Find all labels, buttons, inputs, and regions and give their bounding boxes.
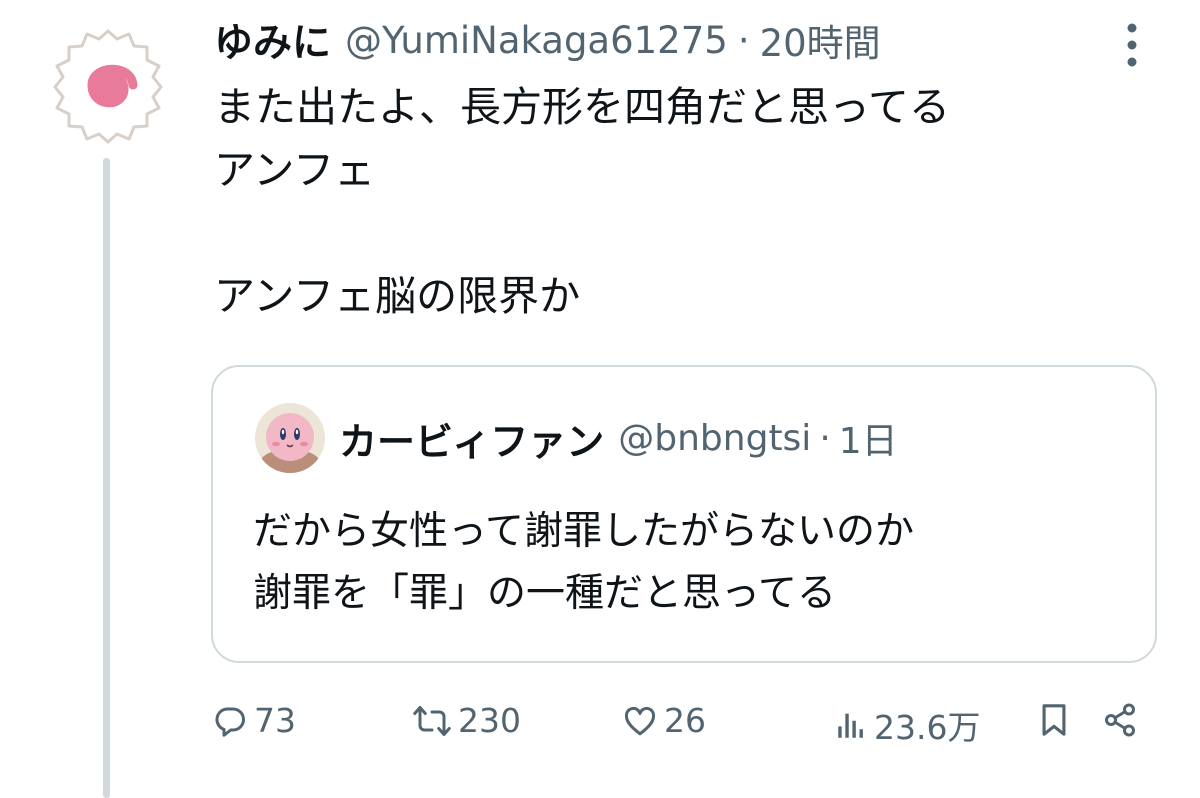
views-button[interactable]: 23.6万: [834, 701, 980, 749]
tweet-text-line: [214, 202, 1174, 265]
tweet-text: また出たよ、長方形を四角だと思ってる アンフェ アンフェ脳の限界か: [214, 76, 1174, 328]
heart-icon: [624, 706, 656, 735]
retweet-count: 230: [458, 701, 521, 740]
tweet-header: ゆみに @YumiNakaga61275 · 20時間: [214, 12, 881, 68]
bookmark-button[interactable]: [1037, 701, 1071, 739]
display-name[interactable]: ゆみに: [214, 12, 331, 68]
quoted-text: だから女性って謝罪したがらないのか 謝罪を「罪」の一種だと思ってる: [253, 501, 914, 625]
quoted-text-line: 謝罪を「罪」の一種だと思ってる: [253, 571, 837, 616]
tweet-text-line: アンフェ脳の限界か: [214, 272, 581, 320]
view-count: 23.6万: [874, 708, 981, 747]
reply-count: 73: [254, 701, 296, 740]
quoted-display-name[interactable]: カービィファン: [339, 411, 604, 466]
retweet-icon: [413, 705, 451, 736]
more-vertical-icon: [1127, 23, 1137, 67]
reply-button[interactable]: 73: [212, 701, 296, 740]
more-options-button[interactable]: [1124, 22, 1140, 68]
quoted-timestamp[interactable]: 1日: [839, 412, 898, 464]
quoted-header: カービィファン @bnbngtsi · 1日: [339, 411, 898, 466]
user-handle[interactable]: @YumiNakaga61275: [345, 19, 728, 62]
bar-chart-icon: [838, 713, 863, 738]
separator-dot: ·: [819, 417, 831, 459]
naruto-fishcake-icon: [53, 29, 163, 144]
like-count: 26: [664, 701, 706, 740]
action-bar: 73 230 26 23.6万: [0, 698, 1200, 748]
reply-icon: [215, 707, 245, 737]
retweet-button[interactable]: 230: [412, 701, 521, 740]
like-button[interactable]: 26: [622, 701, 706, 740]
share-button[interactable]: [1102, 701, 1138, 739]
tweet-text-line: アンフェ: [214, 146, 376, 194]
quoted-avatar[interactable]: [255, 403, 325, 473]
quoted-text-line: だから女性って謝罪したがらないのか: [253, 509, 915, 554]
separator-dot: ·: [737, 18, 750, 62]
bookmark-icon: [1042, 704, 1066, 736]
timestamp[interactable]: 20時間: [760, 13, 881, 67]
quoted-tweet[interactable]: カービィファン @bnbngtsi · 1日 だから女性って謝罪したがらないのか…: [211, 365, 1157, 663]
share-icon: [1105, 703, 1135, 737]
avatar[interactable]: [47, 25, 169, 147]
tweet-text-line: また出たよ、長方形を四角だと思ってる: [214, 83, 950, 131]
kirby-avatar-icon: [255, 403, 325, 473]
quoted-user-handle[interactable]: @bnbngtsi: [618, 418, 811, 459]
